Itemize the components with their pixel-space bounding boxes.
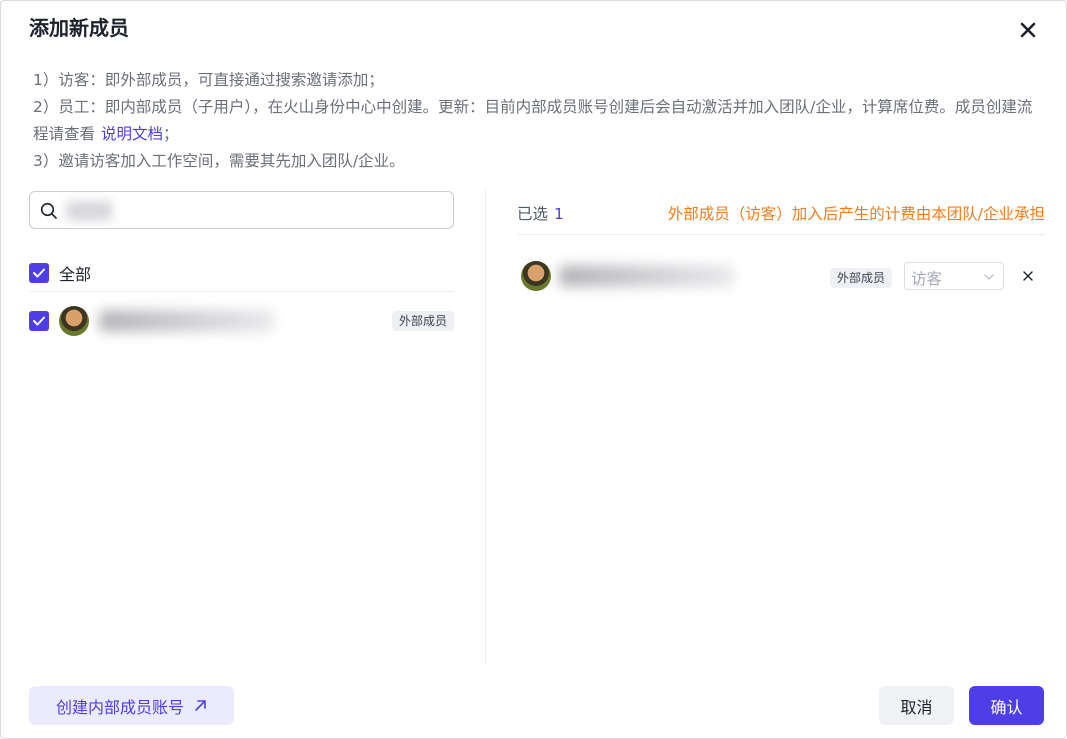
- confirm-button[interactable]: 确认: [969, 686, 1044, 725]
- role-select[interactable]: 访客: [904, 262, 1004, 290]
- member-search-panel: 全部 外部成员: [29, 191, 454, 336]
- note-line-2-text: 2）员工：即内部成员（子用户），在火山身份中心中创建。更新：目前内部成员账号创建…: [33, 98, 1033, 143]
- member-type-tag: 外部成员: [830, 268, 893, 288]
- note-line-2: 2）员工：即内部成员（子用户），在火山身份中心中创建。更新：目前内部成员账号创建…: [33, 94, 1038, 148]
- redacted-member-name: [559, 265, 734, 287]
- cancel-button[interactable]: 取消: [879, 686, 954, 725]
- search-input[interactable]: [64, 195, 444, 225]
- note-line-2-end: ；: [163, 125, 179, 143]
- avatar: [59, 306, 89, 336]
- external-arrow-icon: [195, 700, 206, 711]
- note-line-3: 3）邀请访客加入工作空间，需要其先加入团队/企业。: [33, 152, 405, 170]
- note-line-1: 1）访客：即外部成员，可直接通过搜索邀请添加；: [33, 71, 384, 89]
- billing-notice: 外部成员（访客）加入后产生的计费由本团队/企业承担: [667, 205, 1045, 223]
- create-internal-account-button[interactable]: 创建内部成员账号: [29, 686, 234, 725]
- create-button-label: 创建内部成员账号: [55, 697, 184, 717]
- role-select-value: 访客: [911, 270, 943, 288]
- docs-link[interactable]: 说明文档: [101, 125, 163, 143]
- member-checkbox[interactable]: [29, 311, 49, 331]
- selected-members-panel: 已选 1 外部成员（访客）加入后产生的计费由本团队/企业承担 外部成员 访客: [517, 191, 1045, 291]
- redacted-search-text: [66, 201, 112, 221]
- selected-count-label: 已选 1: [517, 202, 564, 224]
- panel-divider: [485, 189, 486, 665]
- redacted-member-name: [99, 310, 274, 332]
- chevron-down-icon: [984, 274, 994, 280]
- remove-member-button[interactable]: [1019, 267, 1037, 285]
- instructions: 1）访客：即外部成员，可直接通过搜索邀请添加； 2）员工：即内部成员（子用户），…: [33, 67, 1038, 175]
- member-type-tag: 外部成员: [391, 311, 454, 331]
- selected-label-text: 已选: [517, 205, 549, 223]
- search-icon: [40, 202, 57, 219]
- selected-header: 已选 1 外部成员（访客）加入后产生的计费由本团队/企业承担: [517, 191, 1045, 235]
- check-icon: [33, 268, 45, 277]
- add-member-dialog: 添加新成员 1）访客：即外部成员，可直接通过搜索邀请添加； 2）员工：即内部成员…: [0, 0, 1067, 739]
- close-button[interactable]: [1015, 17, 1041, 43]
- select-all-checkbox[interactable]: [29, 262, 49, 283]
- avatar: [521, 261, 551, 291]
- close-icon: [1020, 22, 1036, 38]
- dialog-title: 添加新成员: [29, 16, 129, 40]
- selected-member-item: 外部成员 访客: [517, 258, 1045, 294]
- select-all-label: 全部: [59, 264, 92, 284]
- select-all-row[interactable]: 全部: [29, 254, 454, 292]
- selected-count: 1: [554, 205, 564, 223]
- member-list-item[interactable]: 外部成员: [29, 303, 454, 339]
- search-box[interactable]: [29, 191, 454, 229]
- check-icon: [33, 316, 45, 326]
- close-icon: [1023, 271, 1033, 281]
